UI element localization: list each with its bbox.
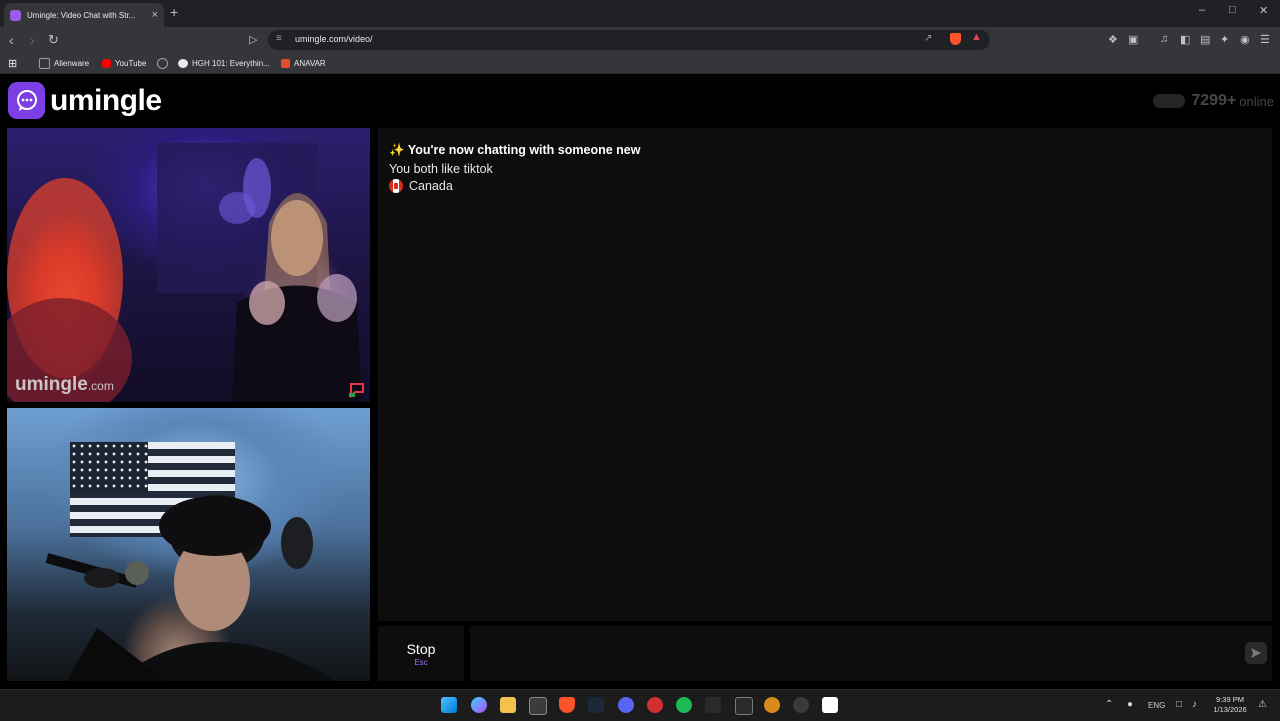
maximize-icon[interactable]: □ [1229,4,1236,16]
close-window-icon[interactable]: ✕ [1259,4,1268,17]
bookmark-anavar[interactable]: ANAVAR [281,56,326,70]
logo-text: umingle [50,83,162,117]
report-flag-icon[interactable] [348,382,366,398]
stop-button[interactable]: Stop Esc [378,626,464,681]
stop-label: Stop [406,640,436,657]
bookmark-page-icon[interactable]: ▷ [249,31,257,49]
site-info-icon[interactable]: ≡ [276,33,282,44]
umingle-logo[interactable]: umingle [8,82,162,119]
brave-browser-icon[interactable] [559,697,575,713]
share-icon[interactable]: ↗ [924,33,932,44]
apps-grid-icon[interactable]: ⊞ [8,56,17,70]
wallet-icon[interactable]: ▤ [1200,33,1210,46]
browser-tab-umingle[interactable]: Umingle: Video Chat with Str... × [4,3,164,27]
leo-ai-icon[interactable]: ✦ [1220,33,1229,46]
discord-icon[interactable] [618,697,634,713]
bookmark-label: Alienware [54,58,90,68]
windows-taskbar: ⌃ ● ENG □ ♪ 9:39 PM 1/13/2026 ⚠ [0,689,1280,721]
chat-status-title: ✨ You're now chatting with someone new [389,143,640,158]
meta-icon [178,58,188,68]
bookmark-label: ANAVAR [294,58,326,68]
red-app-icon[interactable] [647,697,663,713]
clock-time: 9:39 PM [1216,695,1244,704]
chat-bubble-icon [8,82,45,119]
menu-icon[interactable]: ☰ [1260,33,1270,46]
watermark-domain: .com [87,379,114,393]
online-toggle[interactable] [1153,94,1186,108]
browser-tab-bar: Umingle: Video Chat with Str... × + – □ … [0,0,1280,27]
forward-arrow-icon[interactable]: › [30,31,35,49]
tab-close-icon[interactable]: × [152,9,158,21]
steam-icon[interactable] [588,697,604,713]
brave-rewards-icon[interactable]: ▲ [971,31,982,43]
stranger-video-scene [7,143,362,402]
umingle-watermark: umingle.com [15,374,114,396]
notifications-bell-icon[interactable]: ⚠ [1258,699,1267,710]
online-label: online [1239,93,1274,109]
clock-date: 1/13/2026 [1213,705,1247,714]
address-url[interactable]: umingle.com/video/ [295,34,373,44]
folder-icon [39,57,50,69]
youtube-icon [102,58,111,68]
epic-games-icon[interactable] [705,697,721,713]
xbox-icon[interactable] [735,697,753,715]
address-bar[interactable]: ≡ umingle.com/video/ ↗ ▲ [268,30,990,50]
extensions-icon[interactable]: ❖ [1108,33,1118,46]
file-explorer-icon[interactable] [500,697,516,713]
send-arrow-icon [1251,648,1261,658]
media-icon[interactable]: ♫ [1160,33,1168,45]
message-input[interactable] [470,626,1272,681]
country-name: Canada [409,179,453,193]
self-video [7,408,370,681]
bookmark-label: YouTube [115,58,147,68]
minimize-icon[interactable]: – [1199,4,1205,16]
anavar-icon [281,58,290,68]
vpn-shield-icon[interactable]: ◉ [1240,33,1250,46]
language-indicator[interactable]: ENG [1148,701,1165,710]
bookmark-youtube[interactable]: YouTube [102,56,146,70]
canada-flag-icon [389,179,403,193]
online-count: 7299+ [1191,92,1237,109]
browser-toolbar: ‹ › ↻ ▷ ≡ umingle.com/video/ ↗ ▲ ❖ ▣ ♫ ◧… [0,27,1280,53]
fire-app-icon[interactable] [764,697,780,713]
sparkles-icon: ✨ [389,143,405,157]
copilot-icon[interactable] [471,697,487,713]
stop-shortcut: Esc [414,657,428,667]
spotify-icon[interactable] [676,697,692,713]
bookmark-hgh[interactable]: HGH 101: Everythin... [178,56,270,70]
network-icon[interactable]: □ [1176,699,1182,710]
windows-start-icon[interactable] [441,697,457,713]
bookmarks-bar: ⊞ Alienware YouTube HGH 101: Everythin..… [0,53,1280,74]
volume-icon[interactable]: ♪ [1192,699,1197,710]
new-tab-button[interactable]: + [170,4,178,20]
brave-shields-icon[interactable] [950,33,961,45]
stranger-video: umingle.com [7,128,370,402]
back-arrow-icon[interactable]: ‹ [9,31,14,49]
stranger-country: Canada [389,179,453,193]
umingle-favicon-icon [10,9,21,21]
online-counter: 7299+ online [1153,92,1274,110]
reload-icon[interactable]: ↻ [48,31,59,49]
tray-overflow-icon[interactable]: ⌃ [1105,699,1113,710]
system-clock[interactable]: 9:39 PM 1/13/2026 [1208,695,1252,715]
self-video-scene [45,495,337,681]
capcut-icon[interactable] [822,697,838,713]
store-icon[interactable] [529,697,547,715]
bookmark-alienware[interactable]: Alienware [39,56,89,70]
common-interest-text: You both like tiktok [389,162,493,176]
screenshot-icon[interactable]: ▣ [1128,33,1138,46]
settings-gear-icon[interactable] [793,697,809,713]
bookmark-label: HGH 101: Everythin... [192,58,270,68]
bookmark-globe[interactable] [157,56,172,70]
watermark-text: umingle [15,374,88,395]
send-button[interactable] [1245,642,1267,664]
chat-panel: ✨ You're now chatting with someone new Y… [378,128,1272,621]
tab-title: Umingle: Video Chat with Str... [27,10,136,20]
microphone-icon[interactable]: ● [1127,699,1133,710]
sidebar-icon[interactable]: ◧ [1180,33,1190,46]
chat-status-text: You're now chatting with someone new [407,143,641,157]
globe-icon [157,57,168,69]
